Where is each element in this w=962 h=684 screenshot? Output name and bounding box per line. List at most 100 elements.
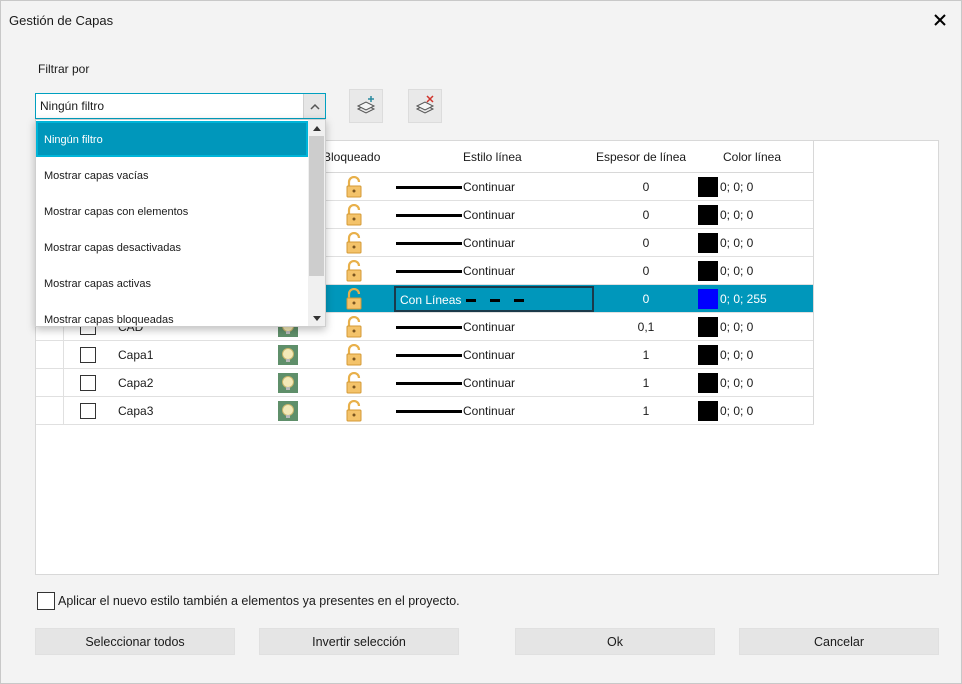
line-style-text: Continuar [463, 208, 516, 222]
color-swatch[interactable] [698, 345, 718, 365]
line-thickness[interactable]: 1 [596, 404, 696, 418]
filter-option[interactable]: Ningún filtro [36, 121, 308, 157]
scroll-up-icon[interactable] [308, 121, 325, 135]
unlock-icon[interactable] [344, 175, 364, 198]
unlock-icon[interactable] [344, 399, 364, 422]
line-sample [396, 410, 462, 413]
line-color-text: 0; 0; 0 [720, 208, 754, 222]
line-style-text: Continuar [463, 180, 516, 194]
bulb-icon[interactable] [278, 401, 298, 421]
unlock-icon[interactable] [344, 343, 364, 366]
column-header-line-style[interactable]: Estilo línea [463, 150, 522, 164]
line-thickness[interactable]: 0 [596, 180, 696, 194]
filter-dropdown-toggle[interactable] [303, 94, 325, 118]
bulb-icon[interactable] [278, 345, 298, 365]
scroll-down-icon[interactable] [308, 311, 325, 325]
delete-layer-button[interactable] [408, 89, 442, 123]
line-thickness[interactable]: 0 [596, 264, 696, 278]
column-header-locked[interactable]: Bloqueado [323, 150, 380, 164]
line-thickness[interactable]: 0 [596, 292, 696, 306]
layer-name: Capa2 [118, 376, 154, 390]
line-color-text: 0; 0; 0 [720, 348, 754, 362]
unlock-icon[interactable] [344, 231, 364, 254]
row-checkbox[interactable] [80, 375, 96, 391]
dialog-title: Gestión de Capas [9, 13, 114, 28]
filter-selected-value: Ningún filtro [40, 99, 105, 113]
dash-segment [514, 299, 524, 302]
filter-option[interactable]: Mostrar capas vacías [36, 157, 308, 193]
row-separator [63, 369, 64, 397]
filter-option[interactable]: Mostrar capas activas [36, 265, 308, 301]
filter-select[interactable]: Ningún filtro [35, 93, 326, 119]
line-sample [396, 326, 462, 329]
line-style-text: Continuar [463, 264, 516, 278]
line-color-text: 0; 0; 0 [720, 264, 754, 278]
line-color-text: 0; 0; 0 [720, 404, 754, 418]
layer-name: Capa1 [118, 348, 154, 362]
column-header-line-color[interactable]: Color línea [723, 150, 781, 164]
bulb-icon[interactable] [278, 373, 298, 393]
unlock-icon[interactable] [344, 371, 364, 394]
line-sample [396, 186, 462, 189]
unlock-icon[interactable] [344, 287, 364, 310]
color-swatch[interactable] [698, 373, 718, 393]
filter-option[interactable]: Mostrar capas desactivadas [36, 229, 308, 265]
filter-option[interactable]: Mostrar capas bloqueadas [36, 301, 308, 326]
line-thickness[interactable]: 0 [596, 236, 696, 250]
layer-name: Capa3 [118, 404, 154, 418]
table-row[interactable]: Capa1 Continuar 1 0; 0; 0 [36, 341, 814, 369]
apply-existing-checkbox[interactable] [37, 592, 55, 610]
line-sample [396, 354, 462, 357]
unlock-icon[interactable] [344, 259, 364, 282]
cancel-button[interactable]: Cancelar [739, 628, 939, 655]
line-style-text: Continuar [463, 236, 516, 250]
color-swatch[interactable] [698, 261, 718, 281]
line-style-text: Con Líneas [400, 293, 462, 307]
line-style-editor[interactable]: Con Líneas [394, 286, 594, 312]
line-color-text: 0; 0; 255 [720, 292, 767, 306]
line-style-text: Continuar [463, 348, 516, 362]
line-thickness[interactable]: 1 [596, 376, 696, 390]
color-swatch[interactable] [698, 177, 718, 197]
dash-segment [490, 299, 500, 302]
scrollbar-thumb[interactable] [309, 136, 324, 276]
chevron-up-icon [309, 103, 320, 110]
color-swatch[interactable] [698, 401, 718, 421]
layer-manager-dialog: Gestión de Capas Filtrar por Ningún filt… [0, 0, 962, 684]
row-checkbox[interactable] [80, 403, 96, 419]
line-sample [396, 270, 462, 273]
line-style-text: Continuar [463, 320, 516, 334]
grid-right-border [813, 141, 814, 424]
line-thickness[interactable]: 1 [596, 348, 696, 362]
close-button[interactable] [929, 9, 951, 31]
table-row[interactable]: Capa3 Continuar 1 0; 0; 0 [36, 397, 814, 425]
table-row[interactable]: Capa2 Continuar 1 0; 0; 0 [36, 369, 814, 397]
line-sample [396, 242, 462, 245]
unlock-icon[interactable] [344, 315, 364, 338]
color-swatch[interactable] [698, 205, 718, 225]
line-color-text: 0; 0; 0 [720, 320, 754, 334]
select-all-button[interactable]: Seleccionar todos [35, 628, 235, 655]
invert-selection-button[interactable]: Invertir selección [259, 628, 459, 655]
ok-button[interactable]: Ok [515, 628, 715, 655]
unlock-icon[interactable] [344, 203, 364, 226]
line-color-text: 0; 0; 0 [720, 180, 754, 194]
line-thickness[interactable]: 0 [596, 208, 696, 222]
dropdown-scrollbar[interactable] [308, 120, 325, 326]
filter-dropdown-list[interactable]: Ningún filtro Mostrar capas vacías Mostrar… [35, 119, 326, 327]
color-swatch[interactable] [698, 289, 718, 309]
row-separator [63, 341, 64, 369]
filter-option[interactable]: Mostrar capas con elementos [36, 193, 308, 229]
color-swatch[interactable] [698, 317, 718, 337]
add-layer-button[interactable] [349, 89, 383, 123]
line-style-text: Continuar [463, 376, 516, 390]
filter-label: Filtrar por [38, 62, 90, 76]
layer-add-icon [356, 96, 376, 114]
line-color-text: 0; 0; 0 [720, 376, 754, 390]
column-header-line-thickness[interactable]: Espesor de línea [596, 150, 686, 164]
color-swatch[interactable] [698, 233, 718, 253]
close-icon [934, 14, 946, 26]
line-thickness[interactable]: 0,1 [596, 320, 696, 334]
row-checkbox[interactable] [80, 347, 96, 363]
line-sample [396, 382, 462, 385]
